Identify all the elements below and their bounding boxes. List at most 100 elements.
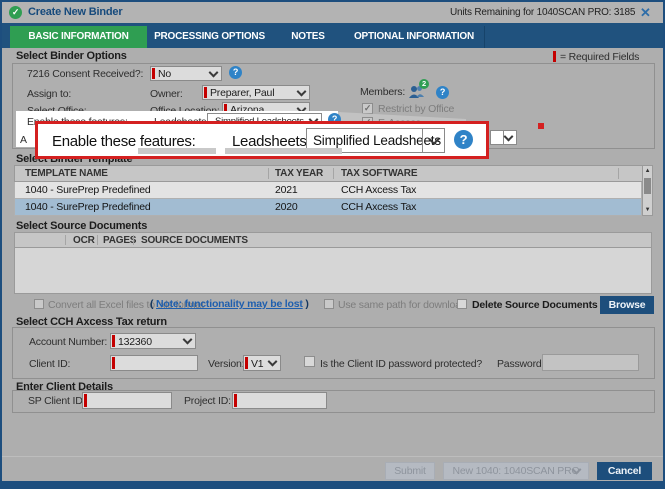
password-label: Password: <box>497 358 545 370</box>
chevron-down-icon <box>208 67 219 78</box>
owner-value: Preparer, Paul <box>210 87 275 99</box>
consent-help-icon[interactable]: ? <box>229 66 242 79</box>
binder-type-dropdown[interactable]: New 1040: 1040SCAN PRO <box>443 462 589 480</box>
dropdown-chevron-box <box>422 129 444 152</box>
binder-options-heading: Select Binder Options <box>16 50 127 62</box>
submit-button[interactable]: Submit <box>385 462 435 480</box>
tab-optional-information[interactable]: OPTIONAL INFORMATION <box>344 26 485 48</box>
same-path-checkbox[interactable] <box>324 299 334 309</box>
tab-notes[interactable]: NOTES <box>272 26 345 48</box>
column-divider <box>268 168 269 179</box>
close-icon[interactable]: ✕ <box>640 5 651 21</box>
chevron-down-icon <box>267 356 278 367</box>
scroll-up-icon[interactable]: ▲ <box>643 168 652 174</box>
password-protected-checkbox[interactable] <box>304 356 315 367</box>
sp-client-id-input[interactable] <box>82 392 172 409</box>
same-path-label: Use same path for download <box>338 299 467 311</box>
tax-year-cell: 2021 <box>275 184 298 196</box>
tab-processing-options[interactable]: PROCESSING OPTIONS <box>147 26 273 48</box>
feature-callout: Enable these features: Leadsheets: Simpl… <box>35 121 489 159</box>
scrollbar-thumb[interactable] <box>644 178 651 194</box>
account-number-dropdown[interactable]: 132360 <box>110 333 196 349</box>
binder-check-icon: ✓ <box>9 6 22 19</box>
create-new-binder-dialog: ✓ Create New Binder Units Remaining for … <box>0 0 665 489</box>
col-tax-year: TAX YEAR <box>275 168 324 179</box>
template-row-2021[interactable]: 1040 - SurePrep Predefined 2021 CCH Axce… <box>14 182 642 199</box>
column-divider <box>65 235 66 245</box>
chevron-down-icon <box>503 131 514 142</box>
members-count-badge: 2 <box>419 79 429 89</box>
column-divider <box>333 168 334 179</box>
restrict-by-office-checkbox[interactable]: ✓ <box>362 103 373 114</box>
password-input[interactable] <box>542 354 639 371</box>
client-id-input[interactable] <box>110 355 198 371</box>
callout-marker <box>538 123 544 129</box>
column-divider <box>133 235 134 245</box>
version-label: Version: <box>208 358 245 370</box>
template-table-header: TEMPLATE NAME TAX YEAR TAX SOFTWARE <box>14 165 652 182</box>
footer-divider <box>2 456 663 457</box>
chevron-down-icon <box>296 86 307 97</box>
chevron-down-icon <box>428 133 440 145</box>
dialog-title: Create New Binder <box>28 6 123 18</box>
consent-value: No <box>158 68 172 80</box>
restrict-by-office-label: Restrict by Office <box>378 103 455 115</box>
callout-help-icon[interactable]: ? <box>454 130 473 149</box>
consent-dropdown[interactable]: No <box>150 66 222 81</box>
paren-close: ) <box>305 298 309 310</box>
col-source-documents: SOURCE DOCUMENTS <box>141 235 248 246</box>
col-tax-software: TAX SOFTWARE <box>341 168 418 179</box>
col-ocr: OCR <box>73 235 95 246</box>
tax-year-cell: 2020 <box>275 201 298 213</box>
paren-open: ( <box>150 298 154 310</box>
hidden-row-fragment: A <box>20 134 27 146</box>
project-id-label: Project ID: <box>184 395 231 407</box>
members-help-icon[interactable]: ? <box>436 86 449 99</box>
ghost-block <box>225 148 342 154</box>
project-id-input[interactable] <box>232 392 327 409</box>
col-pages: PAGES <box>103 235 137 246</box>
account-number-value: 132360 <box>118 336 152 348</box>
col-template-name: TEMPLATE NAME <box>25 168 108 179</box>
template-table-scrollbar[interactable]: ▲ ▼ <box>642 165 653 216</box>
password-protected-label: Is the Client ID password protected? <box>320 358 483 370</box>
chevron-down-icon <box>182 334 193 345</box>
sp-client-id-label: SP Client ID: <box>28 395 86 407</box>
tab-basic-information[interactable]: BASIC INFORMATION <box>10 26 147 48</box>
version-value: V1 <box>251 358 264 370</box>
delete-source-label: Delete Source Documents <box>472 299 598 311</box>
source-table-header: OCR PAGES SOURCE DOCUMENTS <box>14 232 652 248</box>
ghost-block <box>138 148 216 154</box>
tab-bar: BASIC INFORMATION PROCESSING OPTIONS NOT… <box>2 23 663 48</box>
column-divider <box>618 168 619 179</box>
assign-to-label: Assign to: <box>27 88 72 100</box>
hidden-row-dropdown[interactable] <box>490 130 517 145</box>
delete-source-checkbox[interactable] <box>457 299 467 309</box>
cancel-button[interactable]: Cancel <box>597 462 652 480</box>
members-icon[interactable]: 2 <box>408 79 429 99</box>
bottom-strip <box>2 481 663 487</box>
tax-software-cell: CCH Axcess Tax <box>341 201 417 213</box>
client-id-label: Client ID: <box>29 358 71 370</box>
required-fields-bar <box>553 51 556 62</box>
note-functionality-link[interactable]: Note: functionality may be lost <box>156 298 303 310</box>
source-table-body <box>14 248 652 294</box>
note-line: ( Note: functionality may be lost ) <box>150 298 309 310</box>
owner-dropdown[interactable]: Preparer, Paul <box>202 85 310 100</box>
required-fields-legend: = Required Fields <box>560 51 640 63</box>
version-dropdown[interactable]: V1 <box>243 355 281 371</box>
template-row-2020-selected[interactable]: 1040 - SurePrep Predefined 2020 CCH Axce… <box>14 199 642 216</box>
binder-type-value: New 1040: 1040SCAN PRO <box>452 465 580 477</box>
browse-button[interactable]: Browse <box>600 296 654 314</box>
source-documents-heading: Select Source Documents <box>16 220 148 232</box>
convert-excel-checkbox[interactable] <box>34 299 44 309</box>
account-number-label: Account Number: <box>29 336 108 348</box>
column-divider <box>97 235 98 245</box>
scroll-down-icon[interactable]: ▼ <box>643 207 652 213</box>
template-name-cell: 1040 - SurePrep Predefined <box>25 201 151 213</box>
title-bar: ✓ Create New Binder Units Remaining for … <box>2 2 663 23</box>
consent-label: 7216 Consent Received?: <box>27 68 144 80</box>
units-remaining-label: Units Remaining for 1040SCAN PRO: 3185 <box>450 7 636 18</box>
owner-label: Owner: <box>150 88 183 100</box>
tax-return-panel <box>12 327 655 379</box>
